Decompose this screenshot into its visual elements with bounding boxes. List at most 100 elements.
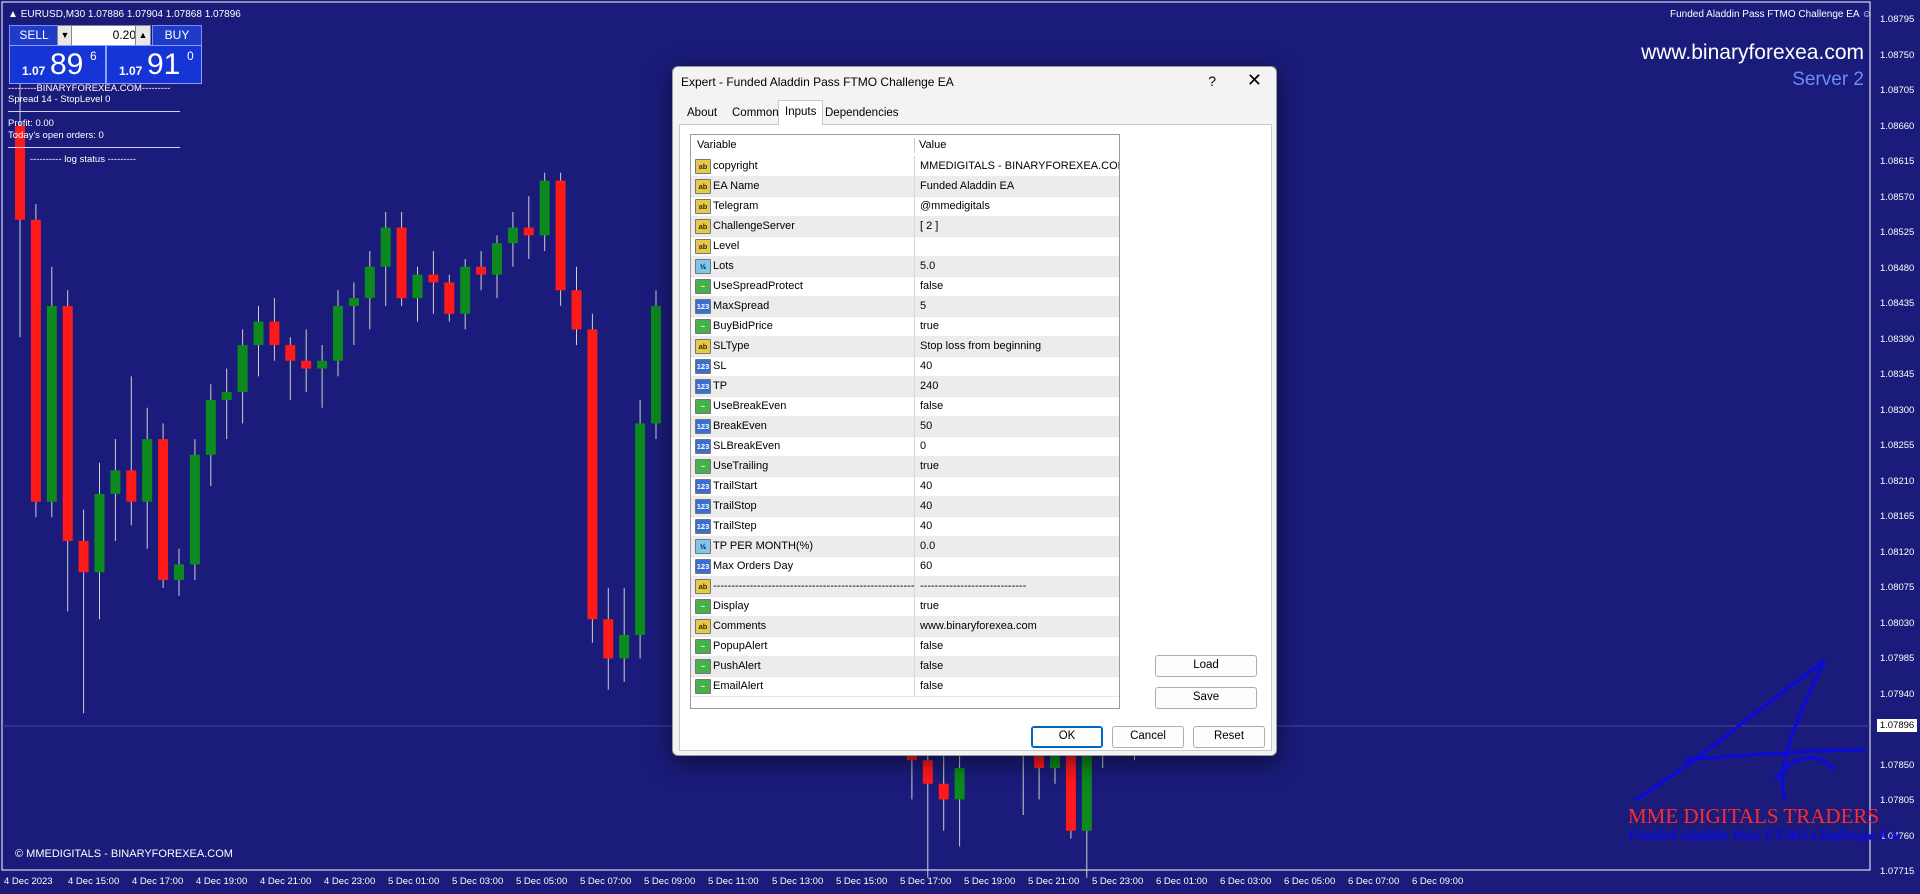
- param-value[interactable]: true: [920, 460, 939, 472]
- aladdin-signature-logo: [1634, 660, 1866, 802]
- price-tick: 1.08525: [1880, 227, 1915, 238]
- param-value[interactable]: -----------------------------: [920, 580, 1026, 592]
- ea-label: Funded Aladdin Pass FTMO Challenge EA ☺: [1670, 9, 1872, 20]
- param-row[interactable]: ab --------------------------------------…: [691, 576, 1119, 597]
- param-value[interactable]: 40: [920, 360, 932, 372]
- candle-body: [523, 227, 534, 236]
- candle-body: [174, 564, 184, 581]
- buy-price-prefix: 1.07: [119, 64, 143, 78]
- param-row[interactable]: ~ UseTrailing true: [691, 456, 1119, 477]
- tab-dependencies[interactable]: Dependencies: [819, 102, 905, 124]
- param-value[interactable]: 0: [920, 440, 926, 452]
- candle-body: [587, 329, 598, 620]
- param-row[interactable]: ~ UseSpreadProtect false: [691, 276, 1119, 297]
- param-value[interactable]: 40: [920, 520, 932, 532]
- price-tick: 1.08615: [1880, 156, 1915, 167]
- column-value[interactable]: Value: [919, 139, 946, 151]
- param-value[interactable]: 60: [920, 560, 932, 572]
- time-tick: 4 Dec 21:00: [260, 876, 312, 887]
- param-value[interactable]: MMEDIGITALS - BINARYFOREXEA.COM: [920, 160, 1119, 172]
- param-row[interactable]: 123 TP 240: [691, 376, 1119, 397]
- param-value[interactable]: 5: [920, 300, 926, 312]
- param-row[interactable]: ab Comments www.binaryforexea.com: [691, 616, 1119, 637]
- param-row[interactable]: 123 TrailStart 40: [691, 476, 1119, 497]
- time-tick: 5 Dec 13:00: [772, 876, 824, 887]
- param-value[interactable]: www.binaryforexea.com: [920, 620, 1037, 632]
- param-value[interactable]: 5.0: [920, 260, 935, 272]
- param-value[interactable]: Stop loss from beginning: [920, 340, 1041, 352]
- param-row[interactable]: 123 SL 40: [691, 356, 1119, 377]
- time-tick: 6 Dec 01:00: [1156, 876, 1208, 887]
- server-label: Server 2: [1792, 69, 1864, 90]
- sell-price-button[interactable]: 1.07 89 6: [9, 45, 106, 84]
- param-row[interactable]: ~ UseBreakEven false: [691, 396, 1119, 417]
- buy-price-button[interactable]: 1.07 91 0: [106, 45, 202, 84]
- param-row[interactable]: 123 TrailStep 40: [691, 516, 1119, 537]
- param-row[interactable]: ½ TP PER MONTH(%) 0.0: [691, 536, 1119, 557]
- param-type-icon: ~: [695, 319, 711, 334]
- param-value[interactable]: Funded Aladdin EA: [920, 180, 1014, 192]
- param-row[interactable]: ab ChallengeServer [ 2 ]: [691, 216, 1119, 237]
- param-name: BreakEven: [713, 420, 767, 432]
- tab-inputs[interactable]: Inputs: [778, 100, 824, 125]
- param-value[interactable]: false: [920, 680, 943, 692]
- current-price-label: 1.07896: [1877, 719, 1917, 732]
- param-row[interactable]: 123 TrailStop 40: [691, 496, 1119, 517]
- tab-common[interactable]: Common: [726, 102, 785, 124]
- param-value[interactable]: false: [920, 280, 943, 292]
- load-button[interactable]: Load: [1155, 655, 1257, 677]
- param-value[interactable]: true: [920, 320, 939, 332]
- param-value[interactable]: 40: [920, 480, 932, 492]
- cancel-button[interactable]: Cancel: [1112, 726, 1184, 748]
- help-icon[interactable]: ?: [1208, 73, 1216, 89]
- time-tick: 5 Dec 17:00: [900, 876, 952, 887]
- lot-size-input[interactable]: 0.20: [71, 25, 141, 46]
- param-value[interactable]: 40: [920, 500, 932, 512]
- candle-body: [555, 180, 566, 291]
- param-name: copyright: [713, 160, 758, 172]
- candle-body: [1081, 752, 1092, 831]
- candle-body: [380, 227, 391, 267]
- price-tick: 1.08165: [1880, 511, 1915, 522]
- param-name: TrailStep: [713, 520, 757, 532]
- param-value[interactable]: false: [920, 640, 943, 652]
- param-row[interactable]: ab Level: [691, 236, 1119, 257]
- param-row[interactable]: ab SLType Stop loss from beginning: [691, 336, 1119, 357]
- param-type-icon: ab: [695, 159, 711, 174]
- price-tick: 1.07985: [1880, 653, 1915, 664]
- param-row[interactable]: 123 SLBreakEven 0: [691, 436, 1119, 457]
- param-row[interactable]: 123 BreakEven 50: [691, 416, 1119, 437]
- buy-button[interactable]: BUY: [152, 25, 202, 46]
- reset-button[interactable]: Reset: [1193, 726, 1265, 748]
- close-icon[interactable]: ✕: [1247, 70, 1262, 91]
- inputs-grid: Variable Value ab copyright MMEDIGITALS - …: [690, 134, 1120, 709]
- param-type-icon: 123: [695, 499, 711, 514]
- param-value[interactable]: [ 2 ]: [920, 220, 938, 232]
- param-row[interactable]: ½ Lots 5.0: [691, 256, 1119, 277]
- param-value[interactable]: false: [920, 400, 943, 412]
- param-row[interactable]: ~ EmailAlert false: [691, 676, 1119, 697]
- column-variable[interactable]: Variable: [697, 139, 737, 151]
- param-row[interactable]: 123 MaxSpread 5: [691, 296, 1119, 317]
- param-row[interactable]: ~ Display true: [691, 596, 1119, 617]
- param-value[interactable]: 240: [920, 380, 938, 392]
- ok-button[interactable]: OK: [1031, 726, 1103, 748]
- tab-about[interactable]: About: [681, 102, 723, 124]
- param-row[interactable]: ab EA Name Funded Aladdin EA: [691, 176, 1119, 197]
- param-row[interactable]: ~ PopupAlert false: [691, 636, 1119, 657]
- param-value[interactable]: @mmedigitals: [920, 200, 990, 212]
- param-value[interactable]: false: [920, 660, 943, 672]
- sell-button[interactable]: SELL: [9, 25, 59, 46]
- save-button[interactable]: Save: [1155, 687, 1257, 709]
- lot-increase-button[interactable]: ▲: [135, 25, 151, 46]
- param-value[interactable]: 50: [920, 420, 932, 432]
- param-value[interactable]: true: [920, 600, 939, 612]
- param-value[interactable]: 0.0: [920, 540, 935, 552]
- time-tick: 5 Dec 21:00: [1028, 876, 1080, 887]
- param-row[interactable]: ~ BuyBidPrice true: [691, 316, 1119, 337]
- param-row[interactable]: ~ PushAlert false: [691, 656, 1119, 677]
- param-row[interactable]: 123 Max Orders Day 60: [691, 556, 1119, 577]
- param-row[interactable]: ab copyright MMEDIGITALS - BINARYFOREXEA.C…: [691, 156, 1119, 177]
- param-type-icon: ab: [695, 199, 711, 214]
- param-row[interactable]: ab Telegram @mmedigitals: [691, 196, 1119, 217]
